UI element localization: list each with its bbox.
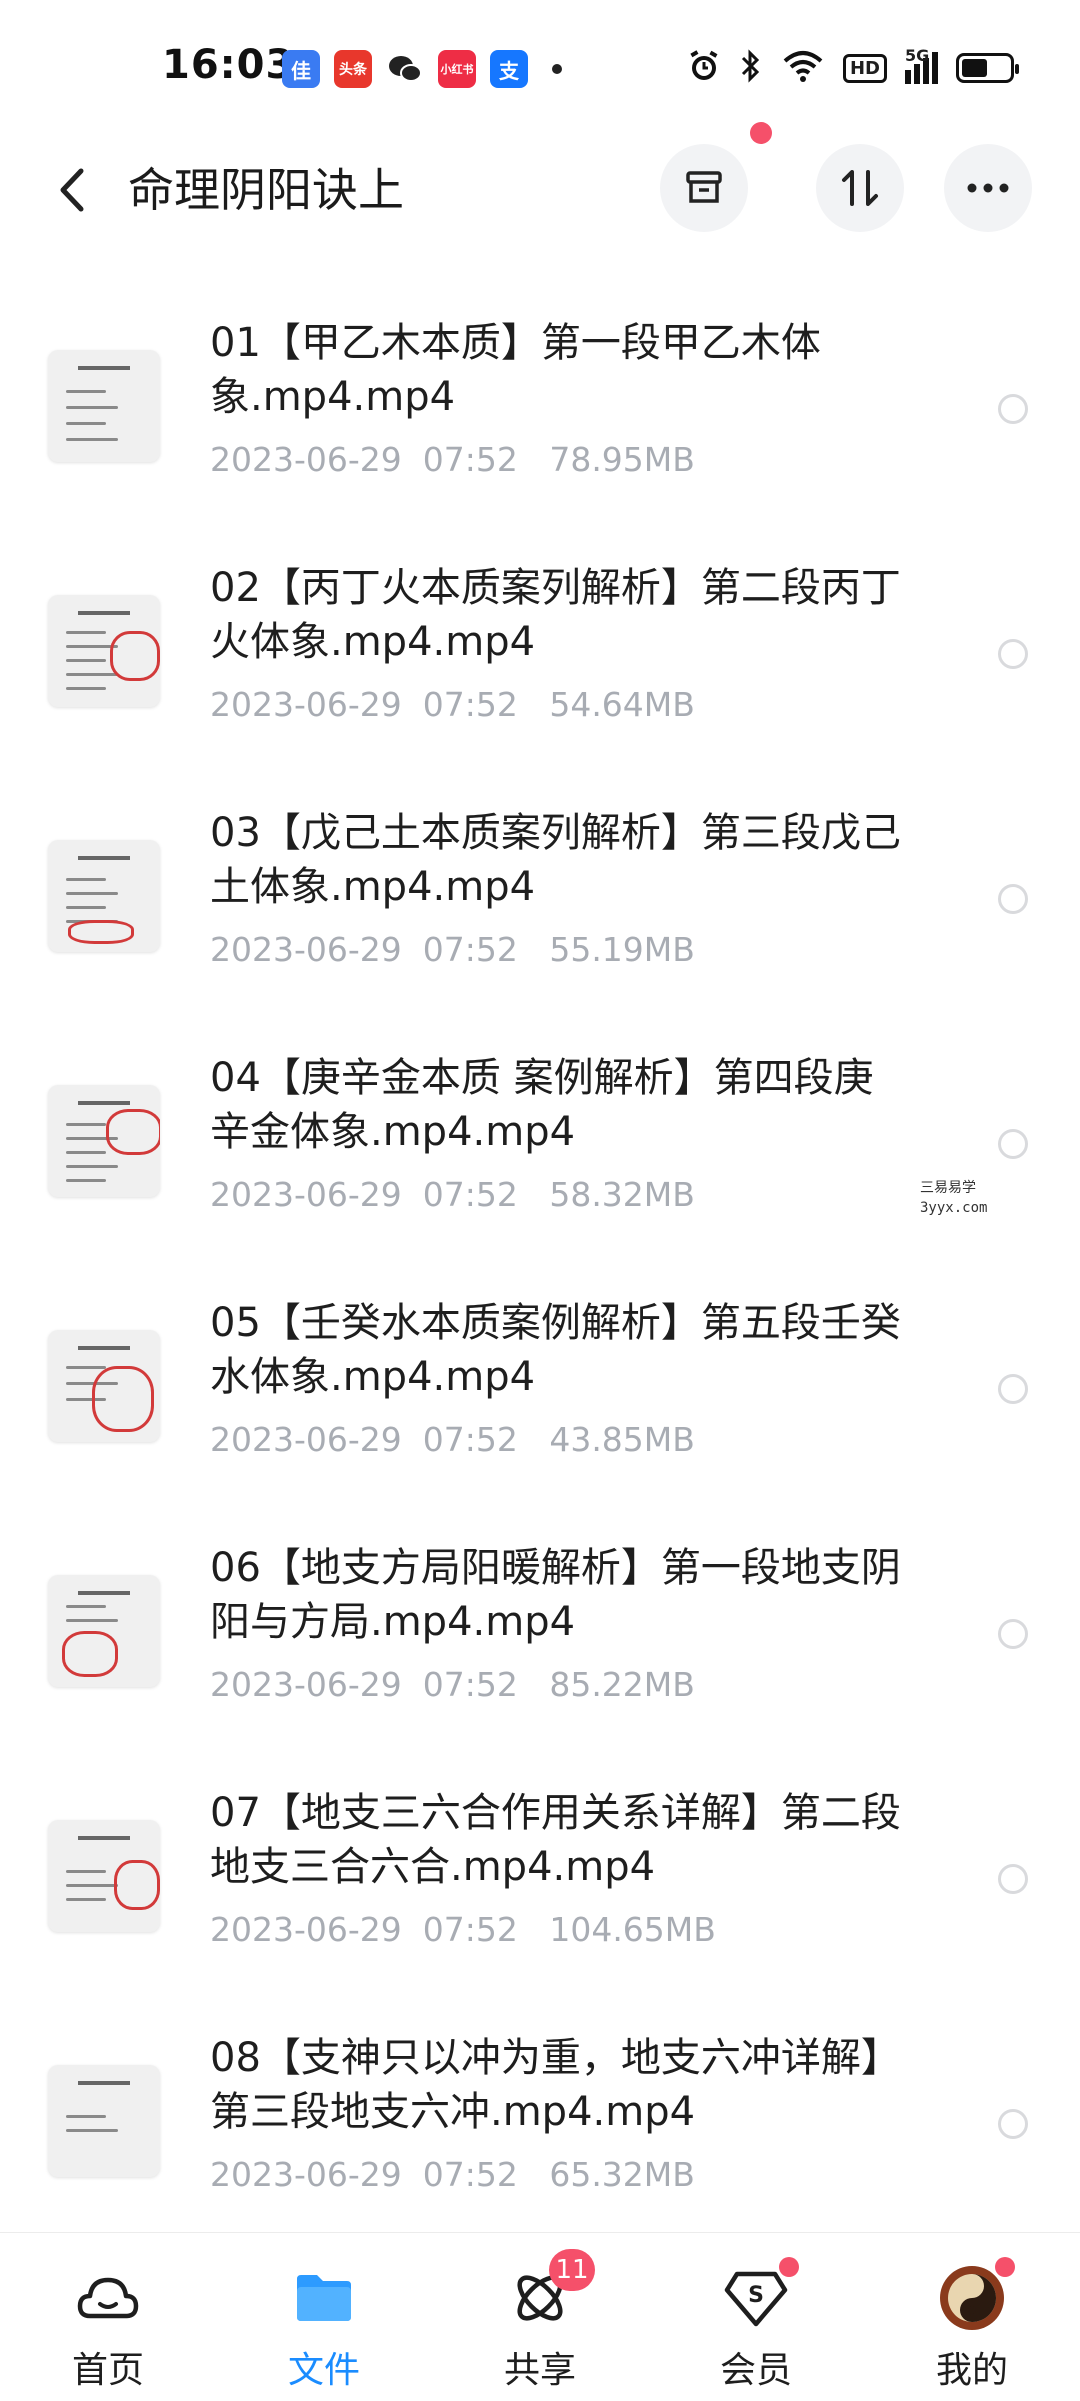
share-badge: 11 — [549, 2249, 595, 2291]
video-thumbnail — [48, 1820, 160, 1932]
svg-text:S: S — [748, 2283, 764, 2308]
status-time: 16:03 — [162, 42, 295, 88]
notification-icons: 佳头条 小红书支 — [282, 50, 562, 88]
list-item[interactable]: 06【地支方局阳暖解析】第一段地支阴阳与方局.mp4.mp4 2023-06-29… — [0, 1515, 1080, 1760]
list-item[interactable]: 05【壬癸水本质案例解析】第五段壬癸水体象.mp4.mp4 2023-06-29 … — [0, 1270, 1080, 1515]
more-dots-icon — [967, 183, 1009, 193]
chevron-left-icon — [60, 168, 84, 212]
bluetooth-icon — [739, 48, 763, 88]
wifi-icon — [781, 49, 825, 87]
file-name: 02【丙丁火本质案列解析】第二段丙丁火体象.mp4.mp4 — [210, 565, 901, 665]
app-icon-1: 佳 — [282, 50, 320, 88]
signal-icon: 5G — [905, 46, 938, 84]
video-thumbnail — [48, 1085, 160, 1197]
nav-vip[interactable]: S 会员 — [686, 2233, 826, 2401]
file-meta: 2023-06-29 07:52 78.95MB — [210, 440, 695, 479]
select-radio[interactable] — [998, 1374, 1028, 1404]
video-thumbnail — [48, 840, 160, 952]
file-meta: 2023-06-29 07:52 54.64MB — [210, 685, 695, 724]
file-name: 01【甲乙木本质】第一段甲乙木体象.mp4.mp4 — [210, 320, 821, 420]
file-meta: 2023-06-29 07:52 104.65MB — [210, 1910, 716, 1949]
share-orbit-icon: 11 — [505, 2249, 595, 2333]
video-thumbnail — [48, 350, 160, 462]
file-meta: 2023-06-29 07:52 65.32MB — [210, 2155, 695, 2194]
nav-files[interactable]: 文件 — [254, 2233, 394, 2401]
video-thumbnail — [48, 595, 160, 707]
cloud-home-icon — [73, 2263, 143, 2333]
alarm-icon — [687, 49, 721, 87]
status-bar: 16:03 佳头条 小红书支 HD 5G — [0, 0, 1080, 130]
nav-home[interactable]: 首页 — [38, 2233, 178, 2401]
back-button[interactable] — [48, 160, 96, 220]
list-item[interactable]: 04【庚辛金本质 案例解析】第四段庚辛金体象.mp4.mp4 2023-06-29… — [0, 1025, 1080, 1270]
vip-notification-dot — [779, 2257, 799, 2277]
file-meta: 2023-06-29 07:52 43.85MB — [210, 1420, 695, 1459]
file-name: 07【地支三六合作用关系详解】第二段地支三合六合.mp4.mp4 — [210, 1790, 901, 1890]
vip-diamond-icon: S — [721, 2257, 799, 2333]
toutiao-icon: 头条 — [334, 50, 372, 88]
sort-icon — [842, 170, 878, 206]
video-thumbnail — [48, 2065, 160, 2177]
file-name: 05【壬癸水本质案例解析】第五段壬癸水体象.mp4.mp4 — [210, 1300, 901, 1400]
nav-home-label: 首页 — [71, 2350, 144, 2391]
list-item[interactable]: 02【丙丁火本质案列解析】第二段丙丁火体象.mp4.mp4 2023-06-29 … — [0, 535, 1080, 780]
box-icon — [686, 171, 722, 203]
watermark: 三易易学 3yyx.com — [920, 1178, 987, 1218]
file-name: 03【戊己土本质案列解析】第三段戊己土体象.mp4.mp4 — [210, 810, 901, 910]
select-radio[interactable] — [998, 884, 1028, 914]
transfer-box-button[interactable] — [660, 144, 748, 232]
file-name: 08【支神只以冲为重，地支六冲详解】第三段地支六冲.mp4.mp4 — [210, 2035, 901, 2135]
watermark-line-1: 三易易学 — [920, 1180, 976, 1196]
file-meta: 2023-06-29 07:52 58.32MB — [210, 1175, 695, 1214]
select-radio[interactable] — [998, 1129, 1028, 1159]
nav-share[interactable]: 11 共享 — [470, 2233, 610, 2401]
select-radio[interactable] — [998, 394, 1028, 424]
nav-mine-label: 我的 — [935, 2350, 1008, 2391]
alipay-icon: 支 — [490, 50, 528, 88]
page-title: 命理阴阳诀上 — [128, 163, 404, 217]
list-item[interactable]: 01【甲乙木本质】第一段甲乙木体象.mp4.mp4 2023-06-29 07:5… — [0, 290, 1080, 535]
file-meta: 2023-06-29 07:52 85.22MB — [210, 1665, 695, 1704]
more-notifications-dot — [552, 64, 562, 74]
nav-mine[interactable]: 我的 — [902, 2233, 1042, 2401]
select-radio[interactable] — [998, 2109, 1028, 2139]
video-thumbnail — [48, 1330, 160, 1442]
xiaohongshu-icon: 小红书 — [438, 50, 476, 88]
folder-icon — [289, 2263, 359, 2333]
nav-files-label: 文件 — [287, 2350, 360, 2391]
network-type-label: 5G — [905, 46, 930, 65]
video-thumbnail — [48, 1575, 160, 1687]
bottom-nav: 首页 文件 11 共享 S 会员 我的 — [0, 2232, 1080, 2401]
select-radio[interactable] — [998, 1864, 1028, 1894]
header: 命理阴阳诀上 — [0, 122, 1080, 250]
file-name: 04【庚辛金本质 案例解析】第四段庚辛金体象.mp4.mp4 — [210, 1055, 874, 1155]
list-item[interactable]: 03【戊己土本质案列解析】第三段戊己土体象.mp4.mp4 2023-06-29 … — [0, 780, 1080, 1025]
more-button[interactable] — [944, 144, 1032, 232]
battery-icon — [956, 53, 1019, 83]
mine-notification-dot — [995, 2257, 1015, 2277]
list-item[interactable]: 08【支神只以冲为重，地支六冲详解】第三段地支六冲.mp4.mp4 2023-06… — [0, 2005, 1080, 2250]
avatar — [937, 2257, 1015, 2333]
list-item[interactable]: 07【地支三六合作用关系详解】第二段地支三合六合.mp4.mp4 2023-06-… — [0, 1760, 1080, 2005]
select-radio[interactable] — [998, 639, 1028, 669]
nav-share-label: 共享 — [503, 2350, 576, 2391]
file-list: 01【甲乙木本质】第一段甲乙木体象.mp4.mp4 2023-06-29 07:5… — [0, 290, 1080, 2250]
nav-vip-label: 会员 — [719, 2350, 792, 2391]
select-radio[interactable] — [998, 1619, 1028, 1649]
hd-icon: HD — [842, 53, 887, 83]
wechat-icon — [386, 50, 424, 88]
sort-button[interactable] — [816, 144, 904, 232]
notification-dot — [750, 122, 772, 144]
system-icons: HD 5G — [687, 46, 1019, 88]
watermark-line-2: 3yyx.com — [920, 1200, 988, 1216]
file-name: 06【地支方局阳暖解析】第一段地支阴阳与方局.mp4.mp4 — [210, 1545, 901, 1645]
file-meta: 2023-06-29 07:52 55.19MB — [210, 930, 695, 969]
